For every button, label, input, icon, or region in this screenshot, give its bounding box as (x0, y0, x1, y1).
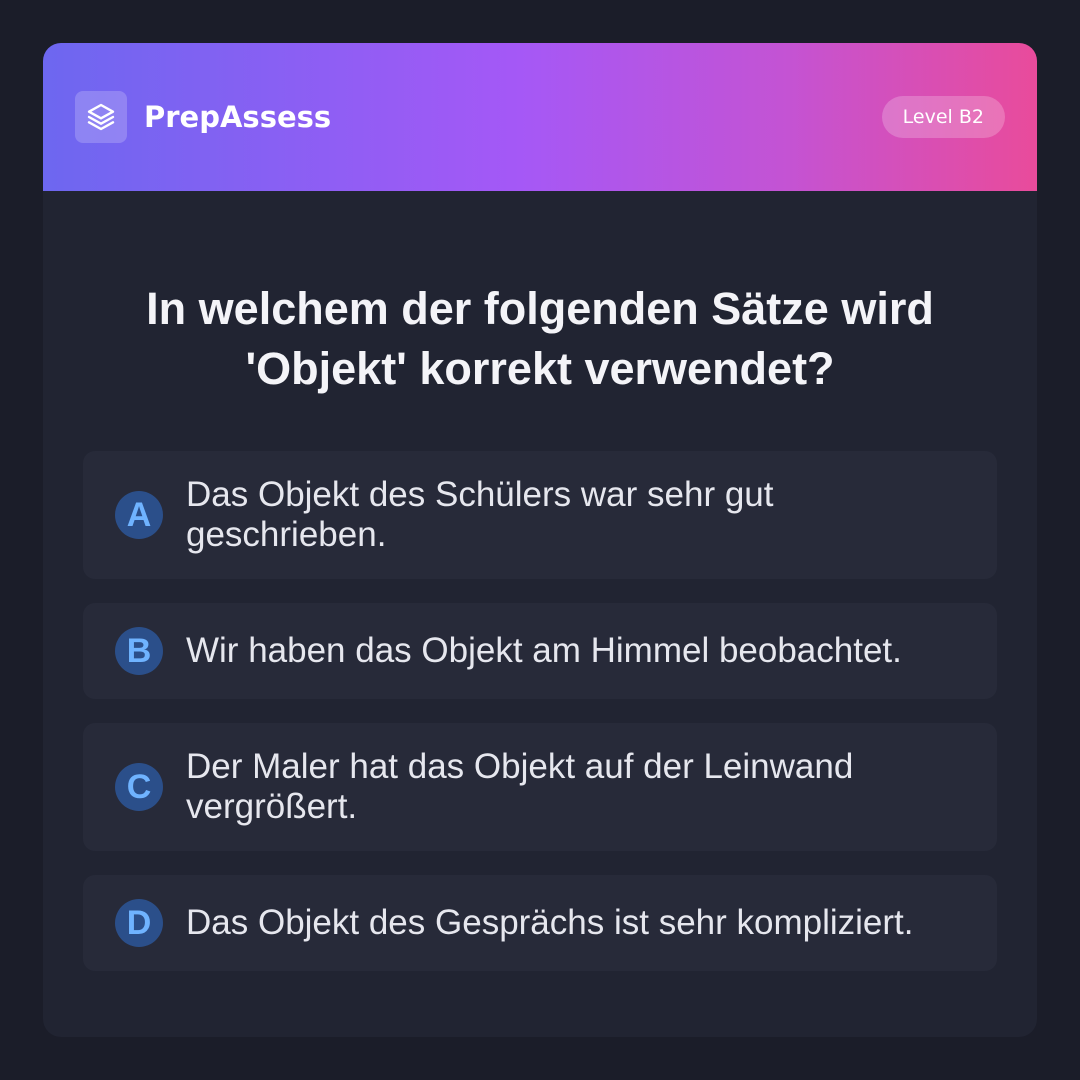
brand: PrepAssess (75, 91, 331, 143)
option-text: Das Objekt des Schülers war sehr gut ges… (186, 475, 774, 554)
option-text: Das Objekt des Gesprächs ist sehr kompli… (186, 903, 914, 942)
level-badge: Level B2 (881, 96, 1005, 138)
app-name: PrepAssess (144, 100, 332, 134)
quiz-card: PrepAssess Level B2 In welchem der folge… (43, 43, 1037, 1037)
option-text: Der Maler hat das Objekt auf der Leinwan… (186, 747, 854, 826)
option-b[interactable]: B Wir haben das Objekt am Himmel beobach… (83, 603, 997, 699)
question-text: In welchem der folgenden Sätze wird 'Obj… (146, 283, 934, 394)
card-header: PrepAssess Level B2 (43, 43, 1037, 191)
option-text: Wir haben das Objekt am Himmel beobachte… (186, 631, 902, 670)
option-letter: A (115, 491, 163, 539)
layers-icon (87, 103, 115, 131)
option-a[interactable]: A Das Objekt des Schülers war sehr gut g… (83, 451, 997, 579)
option-letter: B (115, 627, 163, 675)
answer-options: A Das Objekt des Schülers war sehr gut g… (83, 451, 997, 971)
option-c[interactable]: C Der Maler hat das Objekt auf der Leinw… (83, 723, 997, 851)
option-d[interactable]: D Das Objekt des Gesprächs ist sehr komp… (83, 875, 997, 971)
option-letter: D (115, 899, 163, 947)
option-letter: C (115, 763, 163, 811)
logo (75, 91, 127, 143)
